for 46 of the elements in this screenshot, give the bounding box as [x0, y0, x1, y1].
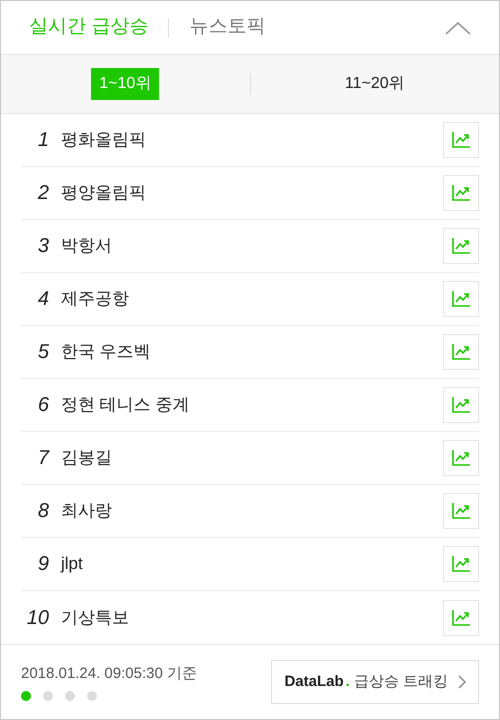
rank-number: 6: [36, 395, 49, 415]
datalab-link[interactable]: DataLab. 급상승 트래킹: [271, 660, 479, 704]
chevron-right-icon: [458, 675, 466, 689]
trend-chart-icon: [451, 608, 471, 626]
section-tab[interactable]: 뉴스토픽: [189, 13, 266, 42]
rank-number: 4: [36, 289, 49, 309]
range-tab[interactable]: 11~20위: [336, 68, 413, 100]
trend-chart-button[interactable]: [443, 493, 479, 529]
trend-chart-button[interactable]: [443, 334, 479, 370]
timestamp: 2018.01.24. 09:05:30 기준: [21, 666, 197, 680]
trend-chart-icon: [451, 184, 471, 202]
keyword-link[interactable]: jlpt: [61, 551, 83, 577]
trend-chart-button[interactable]: [443, 600, 479, 636]
trend-chart-button[interactable]: [443, 546, 479, 582]
trend-chart-button[interactable]: [443, 228, 479, 264]
keyword-link[interactable]: 김봉길: [61, 445, 112, 471]
rank-number: 5: [36, 342, 49, 362]
trend-chart-button[interactable]: [443, 122, 479, 158]
trend-chart-icon: [451, 502, 471, 520]
rank-number: 3: [36, 236, 49, 256]
rank-number: 2: [36, 183, 49, 203]
trend-chart-icon: [451, 396, 471, 414]
trend-chart-icon: [451, 555, 471, 573]
trend-chart-button[interactable]: [443, 175, 479, 211]
rank-number: 10: [26, 608, 49, 628]
keyword-link[interactable]: 평화올림픽: [61, 127, 146, 153]
keyword-link[interactable]: 정현 테니스 중계: [61, 392, 190, 418]
rank-number: 9: [36, 554, 49, 574]
keyword-link[interactable]: 한국 우즈벡: [61, 339, 151, 365]
rank-number: 1: [36, 130, 49, 150]
trend-chart-icon: [451, 290, 471, 308]
keyword-link[interactable]: 박항서: [61, 233, 112, 259]
trend-chart-button[interactable]: [443, 387, 479, 423]
trend-chart-button[interactable]: [443, 440, 479, 476]
trend-chart-icon: [451, 237, 471, 255]
collapse-icon[interactable]: [445, 20, 471, 34]
rank-number: 8: [36, 501, 49, 521]
trend-chart-button[interactable]: [443, 281, 479, 317]
rank-number: 7: [36, 448, 49, 468]
keyword-link[interactable]: 제주공항: [61, 286, 129, 312]
keyword-link[interactable]: 기상특보: [61, 604, 129, 630]
trend-chart-icon: [451, 131, 471, 149]
trend-chart-icon: [451, 343, 471, 361]
keyword-link[interactable]: 최사랑: [61, 498, 112, 524]
keyword-link[interactable]: 평양올림픽: [61, 180, 146, 206]
trend-chart-icon: [451, 449, 471, 467]
